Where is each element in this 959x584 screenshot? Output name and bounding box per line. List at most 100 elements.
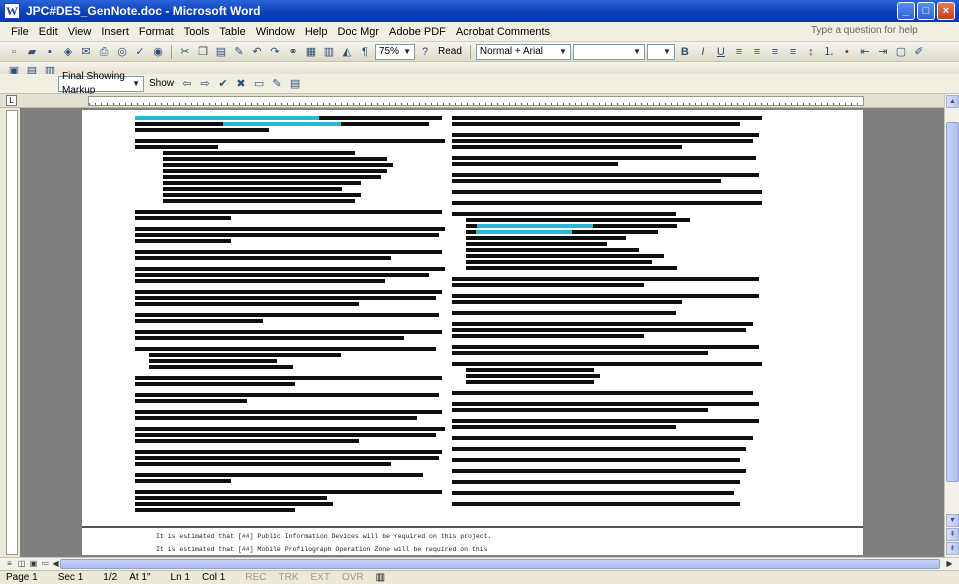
text-line	[163, 163, 394, 167]
print-icon[interactable]: ⎙	[96, 44, 112, 60]
menu-window[interactable]: Window	[251, 26, 300, 38]
show-hide-icon[interactable]: ¶	[357, 44, 373, 60]
document-page[interactable]	[82, 110, 863, 555]
numbering-icon[interactable]: ⒈	[821, 44, 837, 60]
close-button[interactable]: ×	[937, 2, 955, 20]
align-right-icon[interactable]: ≡	[767, 44, 783, 60]
text-line	[135, 267, 446, 271]
indent-icon[interactable]: ⇥	[875, 44, 891, 60]
text-line	[452, 322, 753, 326]
horizontal-scrollbar[interactable]: ≡ ◫ ▣ ≔ ◀ ▶	[0, 557, 959, 570]
align-center-icon[interactable]: ≡	[749, 44, 765, 60]
drawing-icon[interactable]: ◭	[339, 44, 355, 60]
next-change-icon[interactable]: ⇨	[197, 76, 213, 92]
menu-doc-mgr[interactable]: Doc Mgr	[332, 26, 384, 38]
undo-icon[interactable]: ↶	[249, 44, 265, 60]
menu-acrobat-comments[interactable]: Acrobat Comments	[451, 26, 555, 38]
research-icon[interactable]: ◉	[150, 44, 166, 60]
display-for-review-select[interactable]: Final Showing Markup ▼	[58, 71, 144, 96]
scroll-up-button[interactable]: ▲	[946, 95, 959, 108]
bullets-icon[interactable]: •	[839, 44, 855, 60]
menu-tools[interactable]: Tools	[179, 26, 215, 38]
scroll-right-button[interactable]: ▶	[944, 559, 955, 569]
text-line	[452, 162, 619, 166]
style-select[interactable]: Normal + Arial ▼	[475, 43, 571, 60]
paste-icon[interactable]: ▤	[213, 44, 229, 60]
redo-icon[interactable]: ↷	[267, 44, 283, 60]
text-line	[452, 116, 763, 120]
menu-table[interactable]: Table	[214, 26, 250, 38]
status-ext[interactable]: EXT	[304, 572, 335, 583]
highlight-icon[interactable]: ✐	[911, 44, 927, 60]
next-page-button[interactable]: ⇟	[946, 542, 959, 555]
hyperlink-icon[interactable]: ⚭	[285, 44, 301, 60]
copy-icon[interactable]: ❐	[195, 44, 211, 60]
menu-view[interactable]: View	[63, 26, 97, 38]
text-line	[452, 458, 740, 462]
show-button[interactable]: Show	[146, 78, 177, 89]
reviewing-pane-icon[interactable]: ▤	[287, 76, 303, 92]
previous-page-button[interactable]: ⇞	[946, 528, 959, 541]
track-changes-icon[interactable]: ✎	[269, 76, 285, 92]
tab-selector[interactable]: L	[6, 95, 17, 106]
previous-change-icon[interactable]: ⇦	[179, 76, 195, 92]
horizontal-scroll-thumb[interactable]	[60, 559, 940, 569]
font-select[interactable]: ▼	[572, 43, 645, 60]
italic-button[interactable]: I	[695, 44, 711, 60]
minimize-button[interactable]: _	[897, 2, 915, 20]
columns-icon[interactable]: ▥	[321, 44, 337, 60]
style-value: Normal + Arial	[479, 45, 543, 57]
menu-help[interactable]: Help	[300, 26, 333, 38]
reject-change-icon[interactable]: ✖	[233, 76, 249, 92]
permission-icon[interactable]: ◈	[60, 44, 76, 60]
help-icon[interactable]: ?	[417, 44, 433, 60]
menu-adobe-pdf[interactable]: Adobe PDF	[384, 26, 451, 38]
highlighted-text	[475, 230, 572, 234]
spelling-status-icon[interactable]: ▥	[370, 572, 391, 583]
vertical-scroll-thumb[interactable]	[946, 122, 959, 482]
open-icon[interactable]: ▰	[24, 44, 40, 60]
save-icon[interactable]: ▪	[42, 44, 58, 60]
document-area[interactable]: It is estimated that [##] Public Informa…	[20, 108, 944, 557]
scroll-down-button[interactable]: ▼	[946, 514, 959, 527]
email-icon[interactable]: ✉	[78, 44, 94, 60]
menu-format[interactable]: Format	[134, 26, 179, 38]
tables-icon[interactable]: ▦	[303, 44, 319, 60]
spelling-icon[interactable]: ✓	[132, 44, 148, 60]
status-ovr[interactable]: OVR	[336, 572, 370, 583]
menu-file[interactable]: File	[6, 26, 34, 38]
read-button[interactable]: Read	[435, 46, 465, 57]
web-layout-icon[interactable]: ◫	[16, 559, 27, 569]
line-spacing-icon[interactable]: ↕	[803, 44, 819, 60]
maximize-button[interactable]: □	[917, 2, 935, 20]
status-pages: 1/2	[103, 572, 118, 583]
word-icon[interactable]: W	[4, 3, 20, 19]
vertical-scrollbar[interactable]: ▲ ▼ ⇞ ⇟	[944, 94, 959, 557]
status-trk[interactable]: TRK	[272, 572, 304, 583]
normal-view-icon[interactable]: ≡	[4, 559, 15, 569]
accept-change-icon[interactable]: ✔	[215, 76, 231, 92]
print-preview-icon[interactable]: ◎	[114, 44, 130, 60]
outdent-icon[interactable]: ⇤	[857, 44, 873, 60]
menu-edit[interactable]: Edit	[34, 26, 63, 38]
align-left-icon[interactable]: ≡	[731, 44, 747, 60]
status-rec[interactable]: REC	[231, 572, 272, 583]
print-layout-icon[interactable]: ▣	[28, 559, 39, 569]
border-icon[interactable]: ▢	[893, 44, 909, 60]
zoom-select[interactable]: 75% ▼	[375, 43, 415, 60]
text-line	[452, 469, 747, 473]
text-line	[163, 199, 355, 203]
justify-icon[interactable]: ≡	[785, 44, 801, 60]
format-painter-icon[interactable]: ✎	[231, 44, 247, 60]
underline-button[interactable]: U	[713, 44, 729, 60]
new-icon[interactable]: ▫	[6, 44, 22, 60]
horizontal-ruler[interactable]	[88, 96, 864, 106]
text-line	[452, 300, 683, 304]
menu-insert[interactable]: Insert	[96, 26, 134, 38]
help-search-input[interactable]: Type a question for help	[811, 25, 939, 39]
cut-icon[interactable]: ✂	[177, 44, 193, 60]
bold-button[interactable]: B	[677, 44, 693, 60]
font-size-select[interactable]: ▼	[646, 43, 675, 60]
insert-comment-icon[interactable]: ▭	[251, 76, 267, 92]
vertical-ruler[interactable]	[6, 110, 18, 555]
